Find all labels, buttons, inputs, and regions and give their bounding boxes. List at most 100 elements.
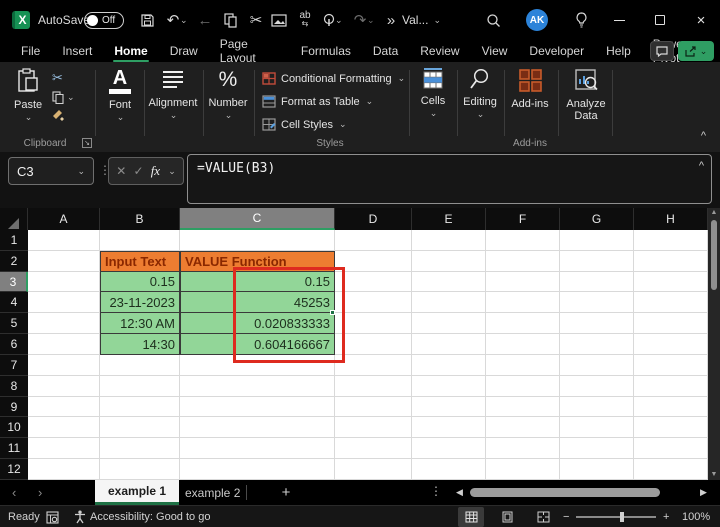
avatar[interactable]: AK xyxy=(526,0,548,40)
column-header-E[interactable]: E xyxy=(412,208,486,230)
cell-A5[interactable] xyxy=(28,313,100,335)
row-header-12[interactable]: 12 xyxy=(0,459,28,480)
cell-H6[interactable] xyxy=(634,334,708,355)
row-header-4[interactable]: 4 xyxy=(0,292,28,314)
cell-G4[interactable] xyxy=(560,292,634,314)
touch-mode-chevron-icon[interactable]: ⌄ xyxy=(335,0,343,40)
zoom-slider[interactable] xyxy=(576,506,656,527)
lightbulb-icon[interactable] xyxy=(570,0,592,40)
editing-button[interactable]: Editing ⌄ xyxy=(457,68,503,120)
save-icon[interactable] xyxy=(136,0,158,40)
qat-overflow-icon[interactable]: » xyxy=(380,0,402,40)
column-header-D[interactable]: D xyxy=(335,208,412,230)
zoom-in-button[interactable]: + xyxy=(663,506,669,527)
undo-chevron-icon[interactable]: ⌄ xyxy=(180,0,188,40)
vertical-scroll-thumb[interactable] xyxy=(711,220,717,290)
hscroll-right-icon[interactable]: ▶ xyxy=(700,487,707,498)
cell-G5[interactable] xyxy=(560,313,634,335)
cell-C5[interactable]: 0.020833333 xyxy=(180,313,335,335)
page-break-view-button[interactable] xyxy=(530,507,556,527)
cell-A11[interactable] xyxy=(28,438,100,460)
cell-D3[interactable] xyxy=(335,271,412,293)
hscroll-left-icon[interactable]: ◀ xyxy=(456,487,463,498)
tab-formulas[interactable]: Formulas xyxy=(290,40,362,62)
cell-F12[interactable] xyxy=(486,459,560,480)
row-header-9[interactable]: 9 xyxy=(0,396,28,418)
cell-G7[interactable] xyxy=(560,354,634,376)
collapse-formula-bar-icon[interactable]: ^ xyxy=(699,160,704,172)
paste-picture-icon[interactable] xyxy=(268,0,290,40)
search-icon[interactable] xyxy=(482,0,504,40)
insert-function-icon[interactable]: fx xyxy=(151,163,160,179)
add-ins-button[interactable]: Add-ins xyxy=(506,68,554,110)
cell-A3[interactable] xyxy=(28,271,100,293)
cell-B11[interactable] xyxy=(100,438,180,460)
paste-button[interactable]: Paste ⌄ xyxy=(14,68,42,123)
cell-B12[interactable] xyxy=(100,459,180,480)
name-box[interactable]: C3 ⌄ xyxy=(8,157,94,185)
cell-C1[interactable] xyxy=(180,230,335,251)
cell-C6[interactable]: 0.604166667 xyxy=(180,334,335,355)
cell-F7[interactable] xyxy=(486,354,560,376)
cell-F11[interactable] xyxy=(486,438,560,460)
cell-D11[interactable] xyxy=(335,438,412,460)
cell-D12[interactable] xyxy=(335,459,412,480)
cell-H10[interactable] xyxy=(634,417,708,439)
cell-H9[interactable] xyxy=(634,396,708,418)
column-header-C[interactable]: C xyxy=(180,208,335,230)
alignment-button[interactable]: Alignment ⌄ xyxy=(144,68,202,121)
cell-A4[interactable] xyxy=(28,292,100,314)
cell-B7[interactable] xyxy=(100,354,180,376)
close-button[interactable]: × xyxy=(686,0,716,40)
row-header-3[interactable]: 3 xyxy=(0,271,28,293)
collapse-ribbon-icon[interactable]: ^ xyxy=(701,130,706,142)
cell-B5[interactable]: 12:30 AM xyxy=(100,313,180,335)
cell-C10[interactable] xyxy=(180,417,335,439)
row-header-1[interactable]: 1 xyxy=(0,230,28,251)
cell-F6[interactable] xyxy=(486,334,560,355)
cell-C11[interactable] xyxy=(180,438,335,460)
cell-B3[interactable]: 0.15 xyxy=(100,271,180,293)
cell-A1[interactable] xyxy=(28,230,100,251)
cut-icon[interactable]: ✂ xyxy=(245,0,267,40)
cell-C9[interactable] xyxy=(180,396,335,418)
sheet-tab-example-1[interactable]: example 1 xyxy=(95,480,180,505)
find-replace-icon[interactable]: ab ⇆ xyxy=(294,0,316,40)
tab-file[interactable]: File xyxy=(10,40,51,62)
cell-C8[interactable] xyxy=(180,375,335,397)
cell-C3[interactable]: 0.15 xyxy=(180,271,335,293)
cell-A6[interactable] xyxy=(28,334,100,355)
tab-home[interactable]: Home xyxy=(103,40,158,62)
cell-E2[interactable] xyxy=(412,250,486,272)
cell-H5[interactable] xyxy=(634,313,708,335)
cell-E3[interactable] xyxy=(412,271,486,293)
cell-G6[interactable] xyxy=(560,334,634,355)
cell-C12[interactable] xyxy=(180,459,335,480)
cell-F9[interactable] xyxy=(486,396,560,418)
cell-F4[interactable] xyxy=(486,292,560,314)
tab-view[interactable]: View xyxy=(471,40,519,62)
zoom-out-button[interactable]: − xyxy=(563,506,569,527)
tab-page-layout[interactable]: Page Layout xyxy=(209,37,290,65)
cell-E1[interactable] xyxy=(412,230,486,251)
cell-B8[interactable] xyxy=(100,375,180,397)
vertical-scrollbar[interactable]: ▲ ▼ xyxy=(708,208,720,480)
format-painter-icon[interactable] xyxy=(52,109,65,121)
row-header-11[interactable]: 11 xyxy=(0,438,28,460)
cell-F2[interactable] xyxy=(486,250,560,272)
cell-D7[interactable] xyxy=(335,354,412,376)
cell-F1[interactable] xyxy=(486,230,560,251)
row-header-5[interactable]: 5 xyxy=(0,313,28,335)
cell-styles-button[interactable]: Cell Styles ⌄ xyxy=(262,118,347,131)
tab-developer[interactable]: Developer xyxy=(518,40,595,62)
horizontal-scroll-thumb[interactable] xyxy=(470,488,660,497)
cell-H8[interactable] xyxy=(634,375,708,397)
cell-B9[interactable] xyxy=(100,396,180,418)
maximize-button[interactable] xyxy=(645,0,675,40)
share-button[interactable]: ⌄ xyxy=(678,41,714,61)
tab-review[interactable]: Review xyxy=(409,40,470,62)
row-header-8[interactable]: 8 xyxy=(0,375,28,397)
minimize-button[interactable] xyxy=(604,0,634,40)
copy-icon[interactable] xyxy=(220,0,242,40)
cell-A7[interactable] xyxy=(28,354,100,376)
